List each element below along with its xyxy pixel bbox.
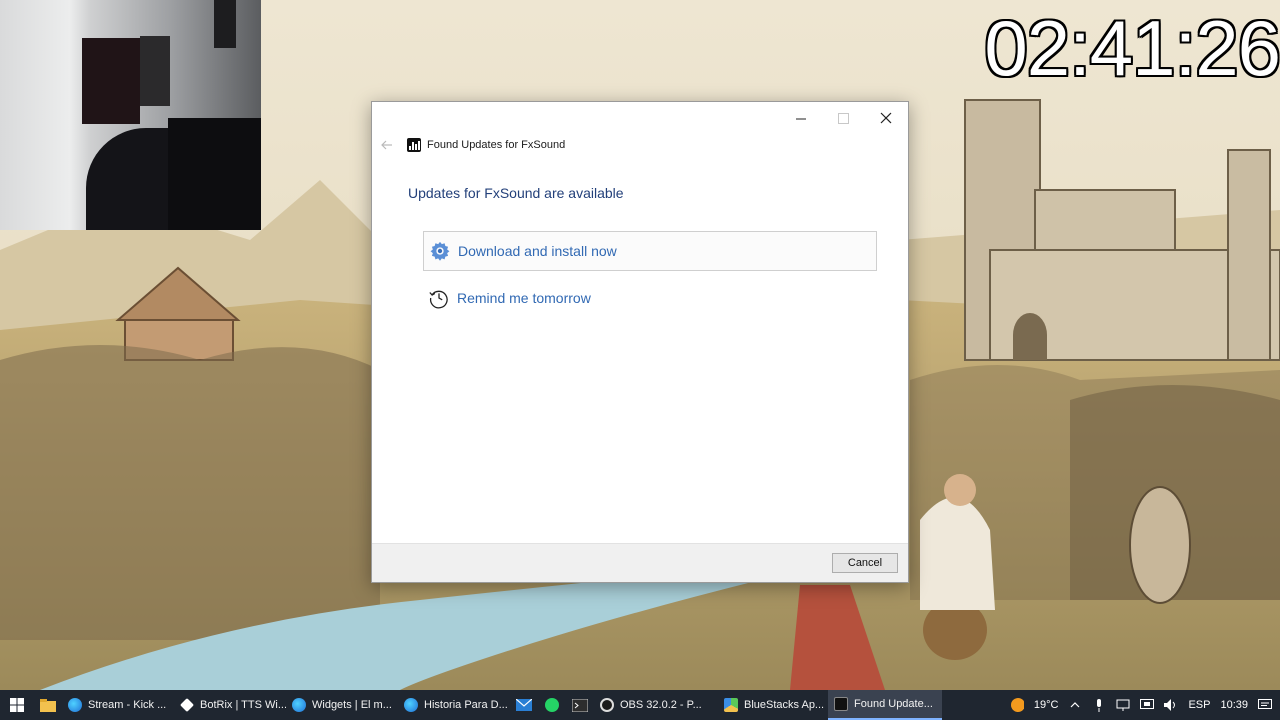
cancel-button[interactable]: Cancel <box>832 553 898 573</box>
volume-icon[interactable] <box>1164 698 1178 712</box>
fxsound-icon <box>834 697 848 711</box>
download-install-now-label: Download and install now <box>458 243 617 259</box>
windows-icon <box>10 698 24 712</box>
main-instruction: Updates for FxSound are available <box>408 185 624 201</box>
taskbar-app-historia[interactable]: Historia Para D... <box>398 690 510 720</box>
chevron-up-icon[interactable] <box>1068 698 1082 712</box>
close-icon <box>880 112 892 124</box>
remind-me-tomorrow-button[interactable]: Remind me tomorrow <box>423 278 877 318</box>
dialog-title: Found Updates for FxSound <box>427 139 566 151</box>
dialog-footer: Cancel <box>372 543 908 582</box>
taskbar-whatsapp-button[interactable] <box>538 690 566 720</box>
taskbar: Stream - Kick ... BotRix | TTS Wi... Wid… <box>0 690 1280 720</box>
file-explorer-button[interactable] <box>34 690 62 720</box>
taskbar-app-widgets[interactable]: Widgets | El m... <box>286 690 398 720</box>
edge-icon <box>292 698 306 712</box>
gear-icon <box>428 239 452 263</box>
update-dialog: Found Updates for FxSound Updates for Fx… <box>371 101 909 583</box>
ethernet-icon[interactable] <box>1140 698 1155 712</box>
maximize-icon <box>837 112 849 124</box>
edge-icon <box>68 698 82 712</box>
folder-icon <box>40 699 56 712</box>
remind-me-tomorrow-label: Remind me tomorrow <box>457 290 591 306</box>
taskbar-app-obs[interactable]: OBS 32.0.2 - P... <box>594 690 718 720</box>
minimize-button[interactable] <box>781 106 821 130</box>
botrix-icon <box>180 698 194 712</box>
minimize-icon <box>795 118 806 119</box>
history-clock-icon <box>427 286 451 310</box>
webcam-poster <box>82 38 140 124</box>
weather-icon <box>1010 698 1024 712</box>
notification-icon[interactable] <box>1258 698 1272 712</box>
taskbar-app-stream-kick[interactable]: Stream - Kick ... <box>62 690 174 720</box>
bluestacks-icon <box>724 698 738 712</box>
stream-timer: 02:41:26 <box>984 4 1280 92</box>
mail-icon <box>516 699 532 711</box>
temperature-text[interactable]: 19°C <box>1034 699 1059 711</box>
whatsapp-icon <box>545 698 559 712</box>
close-button[interactable] <box>866 106 906 130</box>
taskbar-app-bluestacks[interactable]: BlueStacks Ap... <box>718 690 828 720</box>
webcam-shelf <box>140 36 170 106</box>
taskbar-mail-button[interactable] <box>510 690 538 720</box>
system-tray: 19°C ESP 10:39 <box>1010 690 1280 720</box>
taskbar-app-found-updates[interactable]: Found Update... <box>828 690 942 720</box>
language-indicator[interactable]: ESP <box>1188 699 1210 711</box>
webcam-chair <box>168 118 261 230</box>
microphone-icon[interactable] <box>1092 698 1106 712</box>
download-install-now-button[interactable]: Download and install now <box>423 231 877 271</box>
maximize-button <box>823 106 863 130</box>
obs-icon <box>600 698 614 712</box>
back-arrow-icon[interactable] <box>378 136 396 154</box>
fxsound-app-icon <box>407 138 421 152</box>
network-icon[interactable] <box>1116 698 1130 712</box>
taskbar-terminal-button[interactable] <box>566 690 594 720</box>
webcam-overlay <box>0 0 261 230</box>
terminal-icon <box>572 698 588 712</box>
webcam-door <box>214 0 236 48</box>
clock-time[interactable]: 10:39 <box>1220 699 1248 711</box>
taskbar-app-botrix[interactable]: BotRix | TTS Wi... <box>174 690 286 720</box>
start-button[interactable] <box>0 690 34 720</box>
edge-icon <box>404 698 418 712</box>
